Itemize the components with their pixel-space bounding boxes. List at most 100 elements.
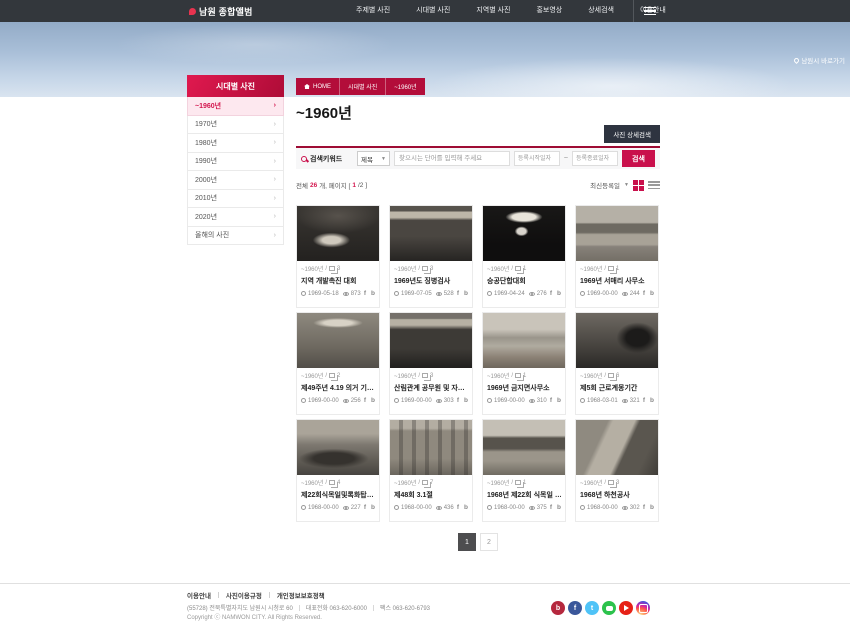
sidebar-item-2010s[interactable]: 2010년› bbox=[187, 190, 284, 209]
card-title[interactable]: 1968년 제22회 식목일 … bbox=[487, 490, 561, 500]
photo-thumbnail[interactable] bbox=[297, 313, 379, 368]
facebook-share-icon[interactable]: f bbox=[364, 397, 366, 404]
nav-item-era-photos[interactable]: 시대별 사진 bbox=[403, 0, 463, 22]
facebook-share-icon[interactable]: f bbox=[643, 504, 645, 511]
page-title: ~1960년 bbox=[296, 102, 352, 123]
photo-card[interactable]: ~1960년 / 1 1969년 금지면사무소 1969-00-00 310 f bbox=[482, 312, 566, 415]
card-title[interactable]: 제49주년 4.19 의거 기… bbox=[301, 383, 375, 393]
card-title[interactable]: 제5회 근로계몽기간 bbox=[580, 383, 654, 393]
card-title[interactable]: 지역 개발촉진 대회 bbox=[301, 276, 375, 286]
facebook-share-icon[interactable]: f bbox=[550, 504, 552, 511]
breadcrumb-1960s[interactable]: ~1960년 bbox=[385, 78, 424, 95]
blog-share-icon[interactable]: b bbox=[371, 290, 375, 297]
photo-card[interactable]: ~1960년 / 1 1969년 서매리 사무소 1969-00-00 244 … bbox=[575, 205, 659, 308]
facebook-share-icon[interactable]: f bbox=[550, 290, 552, 297]
date-start-input[interactable] bbox=[514, 151, 560, 166]
facebook-share-icon[interactable]: f bbox=[457, 504, 459, 511]
search-submit-button[interactable]: 검색 bbox=[622, 150, 655, 167]
blog-share-icon[interactable]: b bbox=[650, 290, 654, 297]
photo-thumbnail[interactable] bbox=[297, 420, 379, 475]
breadcrumb-era-photos[interactable]: 시대별 사진 bbox=[339, 78, 385, 95]
talk-icon[interactable] bbox=[602, 601, 616, 615]
nav-item-theme-photos[interactable]: 주제별 사진 bbox=[343, 0, 403, 22]
facebook-share-icon[interactable]: f bbox=[364, 504, 366, 511]
card-title[interactable]: 1969년 서매리 사무소 bbox=[580, 276, 654, 286]
blog-share-icon[interactable]: b bbox=[464, 397, 468, 404]
sort-order-select[interactable]: 최신등록일 ▼ bbox=[590, 180, 629, 190]
blog-share-icon[interactable]: b bbox=[557, 290, 561, 297]
sidebar-item-1980s[interactable]: 1980년› bbox=[187, 134, 284, 153]
nav-item-promo-video[interactable]: 홍보영상 bbox=[523, 0, 575, 22]
site-logo[interactable]: 남원 종합앨범 bbox=[189, 0, 253, 22]
photo-card[interactable]: ~1960년 / 3 산림관계 공무원 및 자… 1969-00-00 303 … bbox=[389, 312, 473, 415]
card-title[interactable]: 제48회 3.1절 bbox=[394, 490, 468, 500]
breadcrumb-home[interactable]: HOME bbox=[296, 78, 339, 95]
blog-share-icon[interactable]: b bbox=[557, 504, 561, 511]
nav-item-region-photos[interactable]: 지역별 사진 bbox=[463, 0, 523, 22]
photo-thumbnail[interactable] bbox=[390, 206, 472, 261]
sidebar-item-2020s[interactable]: 2020년› bbox=[187, 208, 284, 227]
photo-card[interactable]: ~1960년 / 3 1969년도 징병검사 1969-07-05 528 f bbox=[389, 205, 473, 308]
blog-share-icon[interactable]: b bbox=[464, 290, 468, 297]
photo-thumbnail[interactable] bbox=[483, 206, 565, 261]
page-button-1[interactable]: 1 bbox=[458, 533, 476, 551]
photo-card[interactable]: ~1960년 / 3 지역 개발촉진 대회 1969-05-18 873 f bbox=[296, 205, 380, 308]
footer-link-usage-guide[interactable]: 이용안내 bbox=[187, 590, 211, 600]
blog-share-icon[interactable]: b bbox=[650, 397, 654, 404]
photo-card[interactable]: ~1960년 / 1 1968년 제22회 식목일 … 1968-00-00 3… bbox=[482, 419, 566, 522]
band-icon[interactable]: b bbox=[551, 601, 565, 615]
photo-thumbnail[interactable] bbox=[576, 420, 658, 475]
photo-card[interactable]: ~1960년 / 2 제49주년 4.19 의거 기… 1969-00-00 2… bbox=[296, 312, 380, 415]
page-button-2[interactable]: 2 bbox=[480, 533, 498, 551]
photo-card[interactable]: ~1960년 / 7 제48회 3.1절 1968-00-00 436 f bbox=[389, 419, 473, 522]
facebook-share-icon[interactable]: f bbox=[457, 397, 459, 404]
nav-item-detail-search[interactable]: 상세검색 bbox=[575, 0, 627, 22]
card-title[interactable]: 승공단합대회 bbox=[487, 276, 561, 286]
date-end-input[interactable] bbox=[572, 151, 618, 166]
facebook-share-icon[interactable]: f bbox=[643, 290, 645, 297]
photo-card[interactable]: ~1960년 / 3 1968년 하천공사 1968-00-00 302 f bbox=[575, 419, 659, 522]
blog-share-icon[interactable]: b bbox=[371, 397, 375, 404]
sidebar-item-1990s[interactable]: 1990년› bbox=[187, 153, 284, 172]
photo-thumbnail[interactable] bbox=[390, 313, 472, 368]
photo-detail-search-button[interactable]: 사진 상세검색 bbox=[604, 125, 660, 143]
photo-thumbnail[interactable] bbox=[483, 313, 565, 368]
facebook-share-icon[interactable]: f bbox=[643, 397, 645, 404]
photo-card[interactable]: ~1960년 / 4 제22회식목일및록화탑… 1968-00-00 227 f bbox=[296, 419, 380, 522]
photo-thumbnail[interactable] bbox=[390, 420, 472, 475]
footer-link-photo-policy[interactable]: 사진이용규정 bbox=[226, 590, 262, 600]
card-title[interactable]: 제22회식목일및록화탑… bbox=[301, 490, 375, 500]
card-title[interactable]: 1969년 금지면사무소 bbox=[487, 383, 561, 393]
photo-card[interactable]: ~1960년 / 6 제5회 근로계몽기간 1968-03-01 321 f bbox=[575, 312, 659, 415]
instagram-icon[interactable] bbox=[636, 601, 650, 615]
sidebar-item-1960s[interactable]: ~1960년› bbox=[187, 97, 284, 116]
youtube-icon[interactable] bbox=[619, 601, 633, 615]
facebook-icon[interactable]: f bbox=[568, 601, 582, 615]
photo-thumbnail[interactable] bbox=[576, 313, 658, 368]
card-title[interactable]: 산림관계 공무원 및 자… bbox=[394, 383, 468, 393]
photo-thumbnail[interactable] bbox=[576, 206, 658, 261]
card-title[interactable]: 1968년 하천공사 bbox=[580, 490, 654, 500]
city-site-quick-link[interactable]: 남원시 바로가기 bbox=[794, 55, 845, 65]
blog-share-icon[interactable]: b bbox=[557, 397, 561, 404]
facebook-share-icon[interactable]: f bbox=[364, 290, 366, 297]
blog-share-icon[interactable]: b bbox=[371, 504, 375, 511]
footer-link-privacy-policy[interactable]: 개인정보보호정책 bbox=[277, 590, 325, 600]
sidebar-item-1970s[interactable]: 1970년› bbox=[187, 116, 284, 135]
blog-share-icon[interactable]: b bbox=[464, 504, 468, 511]
facebook-share-icon[interactable]: f bbox=[550, 397, 552, 404]
photo-thumbnail[interactable] bbox=[297, 206, 379, 261]
sidebar-item-photo-of-year[interactable]: 올해의 사진› bbox=[187, 227, 284, 246]
list-view-icon[interactable] bbox=[648, 180, 660, 190]
hamburger-menu-button[interactable] bbox=[633, 0, 665, 22]
search-keyword-input[interactable] bbox=[394, 151, 510, 166]
photo-thumbnail[interactable] bbox=[483, 420, 565, 475]
twitter-icon[interactable]: t bbox=[585, 601, 599, 615]
card-title[interactable]: 1969년도 징병검사 bbox=[394, 276, 468, 286]
search-category-select[interactable]: 제목 ▼ bbox=[357, 151, 390, 166]
grid-view-icon[interactable] bbox=[633, 180, 644, 191]
blog-share-icon[interactable]: b bbox=[650, 504, 654, 511]
sidebar-item-2000s[interactable]: 2000년› bbox=[187, 171, 284, 190]
photo-card[interactable]: ~1960년 / 1 승공단합대회 1969-04-24 276 f bbox=[482, 205, 566, 308]
facebook-share-icon[interactable]: f bbox=[457, 290, 459, 297]
